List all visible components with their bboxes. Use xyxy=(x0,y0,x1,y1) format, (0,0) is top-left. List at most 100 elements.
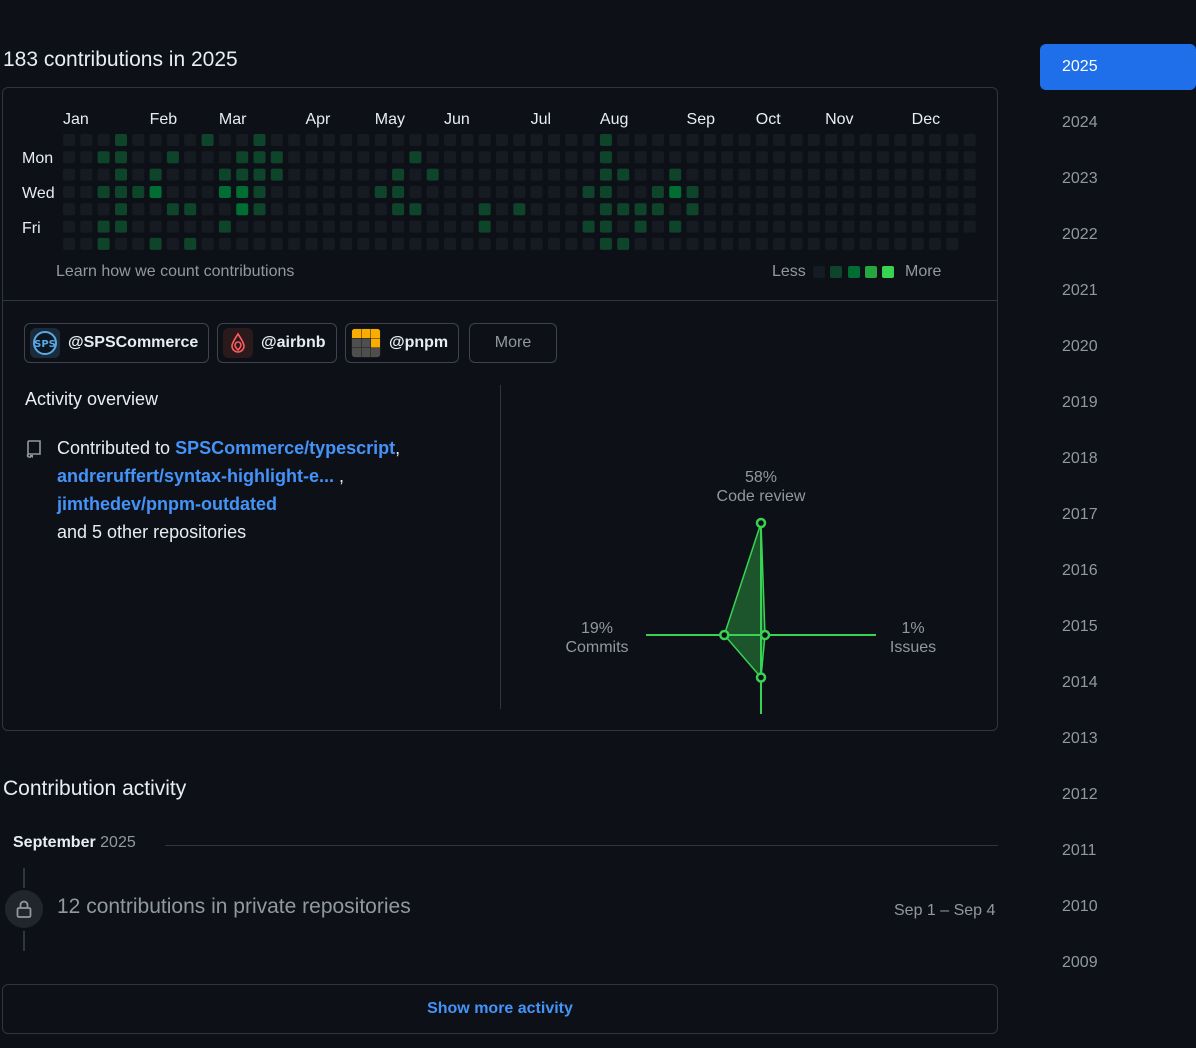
contribution-day-cell[interactable] xyxy=(496,134,508,146)
contribution-day-cell[interactable] xyxy=(392,151,405,164)
contribution-day-cell[interactable] xyxy=(63,186,75,198)
year-link-2013[interactable]: 2013 xyxy=(1040,716,1196,762)
contribution-day-cell[interactable] xyxy=(894,151,907,164)
contribution-day-cell[interactable] xyxy=(946,134,959,146)
contribution-day-cell[interactable] xyxy=(392,220,405,233)
contribution-day-cell[interactable] xyxy=(548,151,560,164)
contribution-day-cell[interactable] xyxy=(444,151,456,164)
contribution-day-cell[interactable] xyxy=(634,237,647,250)
contribution-day-cell[interactable] xyxy=(946,168,959,181)
contribution-day-cell[interactable] xyxy=(409,186,422,198)
contribution-day-cell[interactable] xyxy=(496,237,508,250)
contribution-day-cell[interactable] xyxy=(548,237,560,250)
contribution-day-cell[interactable] xyxy=(911,168,924,181)
contribution-day-cell[interactable] xyxy=(634,203,647,216)
contribution-day-cell[interactable] xyxy=(721,134,734,146)
contribution-day-cell[interactable] xyxy=(496,151,508,164)
contribution-day-cell[interactable] xyxy=(911,151,924,164)
contribution-day-cell[interactable] xyxy=(357,237,370,250)
contribution-day-cell[interactable] xyxy=(409,134,422,146)
contribution-day-cell[interactable] xyxy=(634,186,647,198)
contribution-day-cell[interactable] xyxy=(807,237,820,250)
contribution-day-cell[interactable] xyxy=(963,151,976,164)
contribution-day-cell[interactable] xyxy=(669,151,682,164)
contribution-day-cell[interactable] xyxy=(755,168,768,181)
contribution-day-cell[interactable] xyxy=(513,186,526,198)
contribution-day-cell[interactable] xyxy=(322,220,335,233)
contribution-day-cell[interactable] xyxy=(63,168,75,181)
contribution-day-cell[interactable] xyxy=(201,237,214,250)
contribution-day-cell[interactable] xyxy=(166,237,179,250)
contribution-day-cell[interactable] xyxy=(825,168,838,181)
contribution-day-cell[interactable] xyxy=(963,220,976,233)
contribution-day-cell[interactable] xyxy=(842,151,855,164)
contribution-day-cell[interactable] xyxy=(617,203,630,216)
contribution-day-cell[interactable] xyxy=(703,186,716,198)
contribution-day-cell[interactable] xyxy=(392,168,405,181)
contribution-day-cell[interactable] xyxy=(478,186,491,198)
contribution-day-cell[interactable] xyxy=(859,134,872,146)
contribution-day-cell[interactable] xyxy=(599,220,612,233)
contribution-day-cell[interactable] xyxy=(773,134,786,146)
repo-link-pnpm-outdated[interactable]: jimthedev/pnpm-outdated xyxy=(57,494,277,514)
contribution-day-cell[interactable] xyxy=(305,186,318,198)
contribution-day-cell[interactable] xyxy=(97,203,110,216)
contribution-day-cell[interactable] xyxy=(253,151,266,164)
year-link-2025[interactable]: 2025 xyxy=(1040,44,1196,90)
contribution-day-cell[interactable] xyxy=(703,151,716,164)
contribution-day-cell[interactable] xyxy=(236,203,249,216)
contribution-day-cell[interactable] xyxy=(703,168,716,181)
contribution-day-cell[interactable] xyxy=(530,237,543,250)
contribution-day-cell[interactable] xyxy=(946,186,959,198)
year-link-2021[interactable]: 2021 xyxy=(1040,268,1196,314)
contribution-day-cell[interactable] xyxy=(755,203,768,216)
year-link-2015[interactable]: 2015 xyxy=(1040,604,1196,650)
contribution-day-cell[interactable] xyxy=(253,220,266,233)
contribution-day-cell[interactable] xyxy=(807,203,820,216)
year-link-2020[interactable]: 2020 xyxy=(1040,324,1196,370)
contribution-day-cell[interactable] xyxy=(669,220,682,233)
contribution-day-cell[interactable] xyxy=(617,134,630,146)
contribution-day-cell[interactable] xyxy=(929,220,941,233)
contribution-day-cell[interactable] xyxy=(582,237,595,250)
repo-link-spscommerce-typescript[interactable]: SPSCommerce/typescript xyxy=(175,438,395,458)
contribution-day-cell[interactable] xyxy=(669,237,682,250)
contribution-day-cell[interactable] xyxy=(357,220,370,233)
contribution-day-cell[interactable] xyxy=(651,220,664,233)
contribution-day-cell[interactable] xyxy=(461,186,474,198)
contribution-day-cell[interactable] xyxy=(773,203,786,216)
contribution-day-cell[interactable] xyxy=(340,168,353,181)
contribution-day-cell[interactable] xyxy=(703,220,716,233)
contribution-day-cell[interactable] xyxy=(288,151,301,164)
contribution-day-cell[interactable] xyxy=(478,134,491,146)
contribution-day-cell[interactable] xyxy=(166,220,179,233)
year-link-2011[interactable]: 2011 xyxy=(1040,828,1196,874)
contribution-day-cell[interactable] xyxy=(305,220,318,233)
contribution-day-cell[interactable] xyxy=(478,168,491,181)
contribution-day-cell[interactable] xyxy=(686,237,699,250)
contribution-day-cell[interactable] xyxy=(738,186,751,198)
contribution-day-cell[interactable] xyxy=(322,168,335,181)
contribution-day-cell[interactable] xyxy=(236,168,249,181)
contribution-day-cell[interactable] xyxy=(548,220,560,233)
contribution-day-cell[interactable] xyxy=(530,203,543,216)
contribution-day-cell[interactable] xyxy=(288,237,301,250)
contribution-day-cell[interactable] xyxy=(305,237,318,250)
contribution-day-cell[interactable] xyxy=(374,203,387,216)
contribution-day-cell[interactable] xyxy=(132,220,145,233)
contribution-day-cell[interactable] xyxy=(149,168,162,181)
contribution-day-cell[interactable] xyxy=(253,237,266,250)
contribution-day-cell[interactable] xyxy=(322,203,335,216)
contribution-day-cell[interactable] xyxy=(444,237,456,250)
contribution-day-cell[interactable] xyxy=(877,168,889,181)
contribution-day-cell[interactable] xyxy=(426,151,439,164)
contribution-day-cell[interactable] xyxy=(63,237,75,250)
contribution-day-cell[interactable] xyxy=(859,237,872,250)
contribution-day-cell[interactable] xyxy=(929,168,941,181)
year-link-2019[interactable]: 2019 xyxy=(1040,380,1196,426)
radar-point-commits[interactable] xyxy=(719,629,730,641)
contribution-day-cell[interactable] xyxy=(322,237,335,250)
contribution-day-cell[interactable] xyxy=(201,186,214,198)
contribution-day-cell[interactable] xyxy=(409,203,422,216)
contribution-day-cell[interactable] xyxy=(426,168,439,181)
